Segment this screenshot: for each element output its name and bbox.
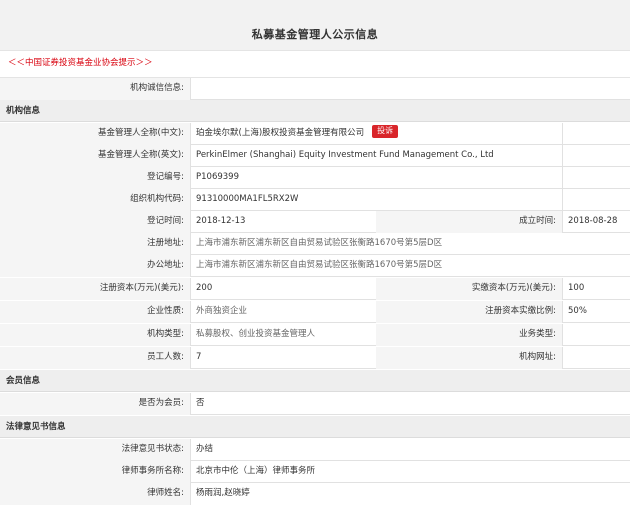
section-institution-title: 机构信息 [6, 106, 41, 116]
org-code-label: 组织机构代码: [0, 189, 190, 211]
section-legal: 法律意见书信息 [0, 416, 630, 438]
dates-row: 登记时间: 2018-12-13 成立时间: 2018-08-28 [0, 211, 630, 233]
paid-capital-label: 实缴资本(万元)(美元): [376, 278, 562, 300]
name-en-label: 基金管理人全称(英文): [0, 145, 190, 167]
section-institution: 机构信息 [0, 100, 630, 122]
integrity-label: 机构诚信信息: [0, 78, 190, 100]
notice-bar: ＜＜中国证券投资基金业协会提示＞＞ [0, 51, 630, 78]
paid-ratio-label: 注册资本实缴比例: [376, 301, 562, 323]
business-type-value [562, 324, 630, 346]
reg-addr-row: 注册地址: 上海市浦东新区浦东新区自由贸易试验区张衡路1670号第5层D区 [0, 233, 630, 255]
association-notice-link[interactable]: ＜＜中国证券投资基金业协会提示＞＞ [8, 56, 153, 68]
website-label: 机构网址: [376, 347, 562, 369]
website-value[interactable] [562, 347, 630, 369]
reg-no-value: P1069399 [196, 172, 239, 182]
legal-status-row: 法律意见书状态: 办结 [0, 439, 630, 461]
name-cn-row: 基金管理人全称(中文): 珀金埃尔默(上海)股权投资基金管理有限公司 投诉 [0, 123, 630, 145]
staff-label: 员工人数: [0, 347, 190, 369]
found-date-label: 成立时间: [376, 211, 562, 233]
staff-value: 7 [196, 352, 202, 362]
nature-label: 企业性质: [0, 301, 190, 323]
reg-addr-value: 上海市浦东新区浦东新区自由贸易试验区张衡路1670号第5层D区 [196, 238, 443, 248]
org-code-value: 91310000MA1FL5RX2W [196, 194, 299, 204]
fund-manager-name-cn: 珀金埃尔默(上海)股权投资基金管理有限公司 [196, 128, 365, 138]
paid-ratio-value: 50% [568, 306, 587, 316]
section-legal-title: 法律意见书信息 [6, 422, 66, 432]
page-header: 私募基金管理人公示信息 [0, 0, 630, 51]
lawyers-row: 律师姓名: 杨雨润,赵晓婷 [0, 483, 630, 505]
name-en-row: 基金管理人全称(英文): PerkinElmer (Shanghai) Equi… [0, 145, 630, 167]
law-firm-row: 律师事务所名称: 北京市中伦（上海）律师事务所 [0, 461, 630, 483]
reg-no-row: 登记编号: P1069399 [0, 167, 630, 189]
paid-capital-value: 100 [568, 283, 585, 293]
law-firm-label: 律师事务所名称: [0, 461, 190, 483]
office-addr-label: 办公地址: [0, 255, 190, 277]
integrity-value [190, 78, 630, 100]
org-type-label: 机构类型: [0, 324, 190, 346]
legal-status-value: 办结 [196, 444, 214, 454]
office-addr-row: 办公地址: 上海市浦东新区浦东新区自由贸易试验区张衡路1670号第5层D区 [0, 255, 630, 277]
found-date-value: 2018-08-28 [568, 216, 618, 226]
capital-row: 注册资本(万元)(美元): 200 实缴资本(万元)(美元): 100 [0, 278, 630, 300]
law-firm-value: 北京市中伦（上海）律师事务所 [196, 466, 316, 476]
is-member-row: 是否为会员: 否 [0, 393, 630, 415]
office-addr-value: 上海市浦东新区浦东新区自由贸易试验区张衡路1670号第5层D区 [196, 260, 443, 270]
type-row: 机构类型: 私募股权、创业投资基金管理人 业务类型: [0, 324, 630, 346]
business-type-label: 业务类型: [376, 324, 562, 346]
reg-date-label: 登记时间: [0, 211, 190, 233]
name-en-value: PerkinElmer (Shanghai) Equity Investment… [196, 150, 494, 160]
org-code-row: 组织机构代码: 91310000MA1FL5RX2W [0, 189, 630, 211]
lawyers-label: 律师姓名: [0, 483, 190, 505]
integrity-row: 机构诚信信息: [0, 78, 630, 100]
reg-addr-label: 注册地址: [0, 233, 190, 255]
reg-date-value: 2018-12-13 [196, 216, 246, 226]
is-member-label: 是否为会员: [0, 393, 190, 415]
lawyers-value: 杨雨润,赵晓婷 [196, 488, 250, 498]
page-title: 私募基金管理人公示信息 [251, 28, 379, 41]
org-type-value: 私募股权、创业投资基金管理人 [196, 329, 316, 339]
staff-row: 员工人数: 7 机构网址: [0, 347, 630, 369]
legal-status-label: 法律意见书状态: [0, 439, 190, 461]
reg-capital-label: 注册资本(万元)(美元): [0, 278, 190, 300]
reg-capital-value: 200 [196, 283, 213, 293]
name-cn-value: 珀金埃尔默(上海)股权投资基金管理有限公司 投诉 [190, 123, 562, 145]
nature-value: 外商独资企业 [196, 306, 248, 316]
reg-no-label: 登记编号: [0, 167, 190, 189]
nature-row: 企业性质: 外商独资企业 注册资本实缴比例: 50% [0, 301, 630, 323]
section-member: 会员信息 [0, 370, 630, 392]
section-member-title: 会员信息 [6, 376, 41, 386]
name-cn-label: 基金管理人全称(中文): [0, 123, 190, 145]
complain-button[interactable]: 投诉 [372, 125, 399, 138]
is-member-value: 否 [196, 398, 205, 408]
